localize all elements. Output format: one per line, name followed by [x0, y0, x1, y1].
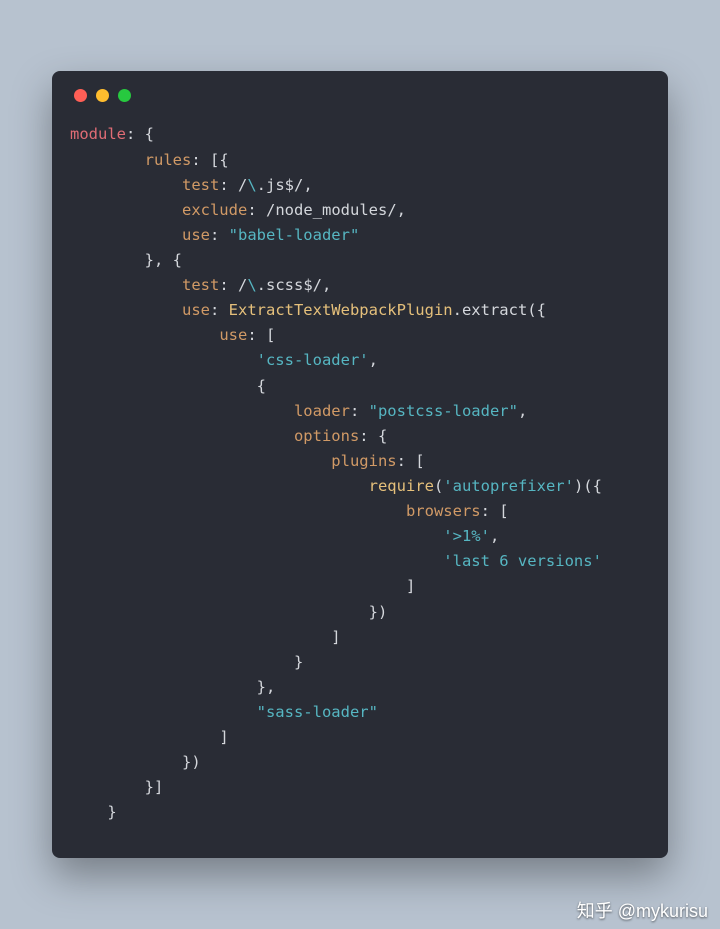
- tok-rules: rules: [145, 151, 192, 169]
- window-titlebar: [52, 71, 668, 108]
- code-block: module: { rules: [{ test: /\.js$/, exclu…: [52, 108, 668, 837]
- code-window: module: { rules: [{ test: /\.js$/, exclu…: [52, 71, 668, 857]
- str-last6: 'last 6 versions': [443, 552, 602, 570]
- str-sass: "sass-loader": [257, 703, 378, 721]
- maximize-icon[interactable]: [118, 89, 131, 102]
- str-postcss: "postcss-loader": [369, 402, 518, 420]
- tok-test: test: [182, 176, 219, 194]
- tok-require: require: [369, 477, 434, 495]
- tok-plugin: ExtractTextWebpackPlugin: [229, 301, 453, 319]
- str-css: 'css-loader': [257, 351, 369, 369]
- str-babel: "babel-loader": [229, 226, 360, 244]
- tok-exclude: exclude: [182, 201, 247, 219]
- tok-module: module: [70, 125, 126, 143]
- tok-use: use: [182, 226, 210, 244]
- str-gt1: '>1%': [443, 527, 490, 545]
- close-icon[interactable]: [74, 89, 87, 102]
- watermark: 知乎 @mykurisu: [577, 897, 708, 923]
- minimize-icon[interactable]: [96, 89, 109, 102]
- str-autoprefixer: 'autoprefixer': [443, 477, 574, 495]
